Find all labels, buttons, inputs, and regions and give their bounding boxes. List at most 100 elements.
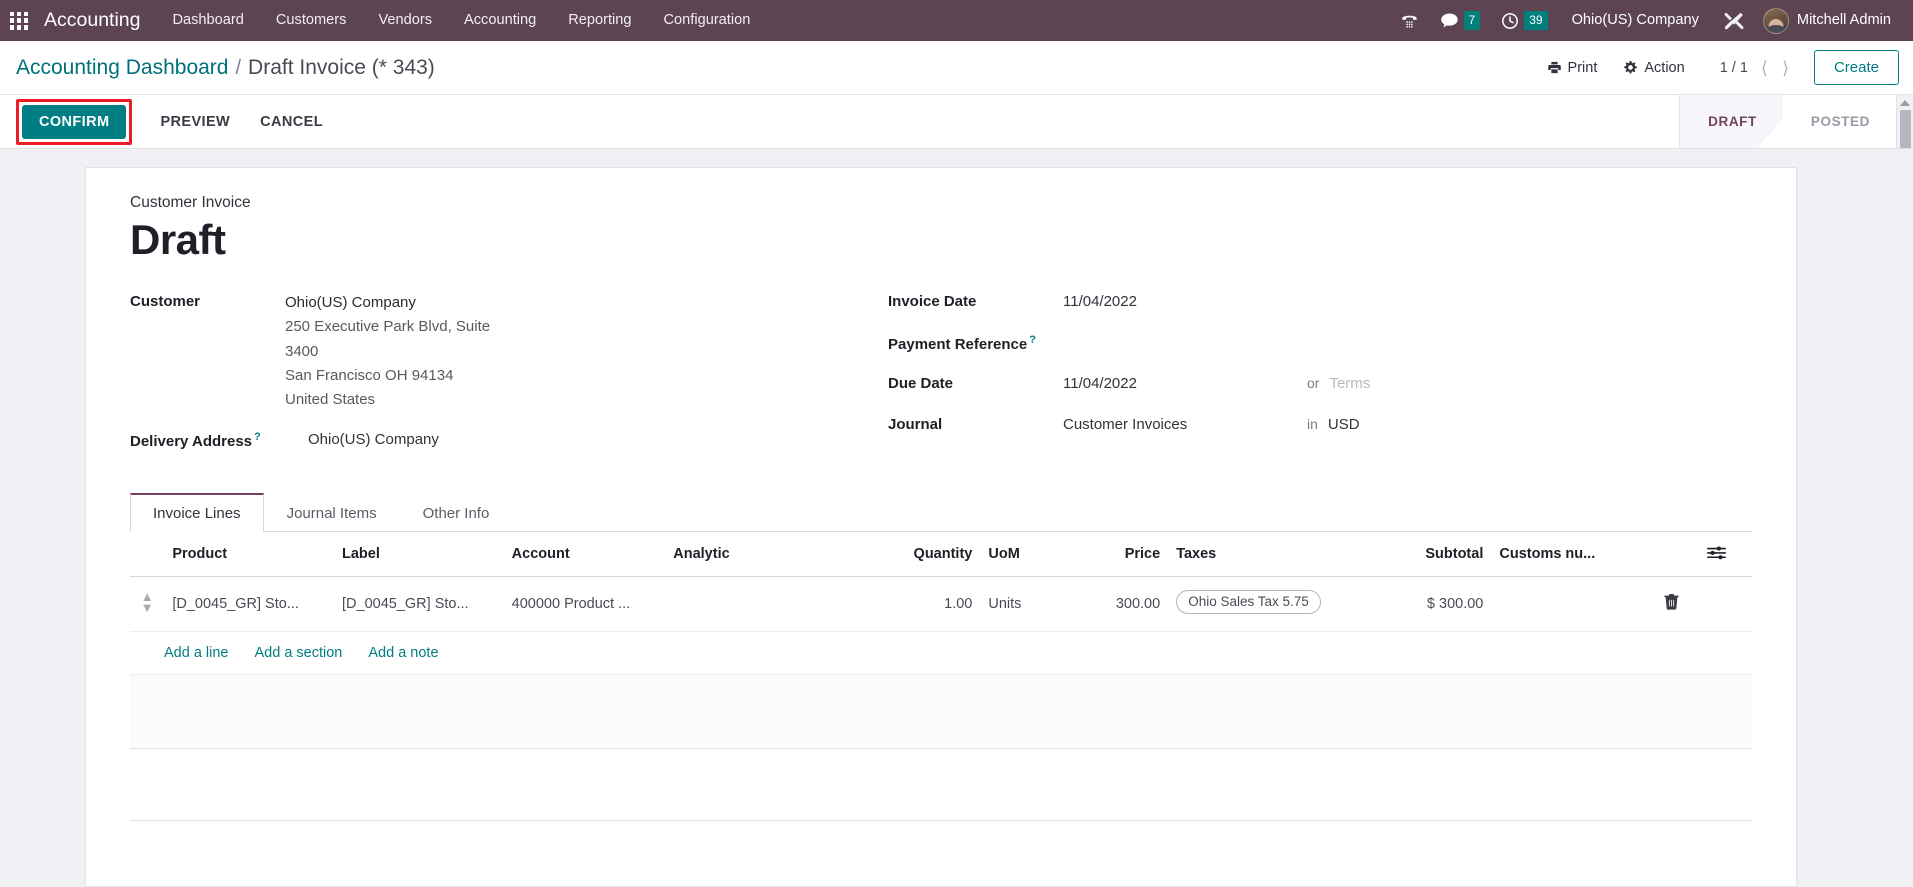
app-brand-accounting[interactable]: Accounting: [32, 9, 156, 32]
voip-widget[interactable]: [1390, 0, 1429, 41]
scrollbar-thumb[interactable]: [1899, 110, 1911, 148]
page-title: Draft: [130, 216, 226, 263]
payment-reference-help-icon[interactable]: ?: [1029, 334, 1036, 346]
cell-quantity[interactable]: 1.00: [867, 576, 981, 632]
row-drag-handle[interactable]: ▲ ▼: [130, 576, 165, 632]
journal-label: Journal: [888, 416, 943, 434]
optional-columns-button[interactable]: [1699, 531, 1752, 577]
status-bar: DRAFT POSTED: [1679, 95, 1896, 148]
delivery-address-value[interactable]: Ohio(US) Company: [308, 429, 439, 448]
tab-other-info[interactable]: Other Info: [400, 493, 513, 532]
payment-reference-field-row: Payment Reference?: [888, 332, 1752, 357]
menu-item-configuration[interactable]: Configuration: [648, 0, 767, 41]
journal-field-row: Journal Customer Invoices in USD: [888, 414, 1752, 439]
print-button[interactable]: Print: [1534, 54, 1611, 82]
control-panel-bottom: CONFIRM PREVIEW CANCEL DRAFT POSTED: [0, 94, 1913, 148]
document-type-label: Customer Invoice: [130, 194, 251, 211]
header-uom[interactable]: UoM: [980, 531, 1060, 577]
header-product[interactable]: Product: [164, 531, 334, 577]
notebook: Invoice Lines Journal Items Other Info P…: [130, 492, 1752, 861]
create-button[interactable]: Create: [1813, 50, 1899, 85]
header-analytic[interactable]: Analytic: [665, 531, 868, 577]
chevron-right-icon[interactable]: ⟩: [1775, 59, 1796, 77]
cell-taxes[interactable]: Ohio Sales Tax 5.75: [1168, 576, 1381, 632]
header-price[interactable]: Price: [1059, 531, 1169, 577]
status-step-posted[interactable]: POSTED: [1783, 95, 1896, 148]
table-row[interactable]: ▲ ▼ [D_0045_GR] Sto... [D_0045_GR] Sto...…: [130, 576, 1752, 632]
form-right-column: Invoice Date 11/04/2022 Payment Referenc…: [860, 291, 1752, 466]
payment-terms-input[interactable]: Terms: [1329, 373, 1370, 392]
gear-icon: [1624, 61, 1638, 74]
delivery-address-label-text: Delivery Address: [130, 432, 253, 450]
due-date-input[interactable]: 11/04/2022: [1063, 373, 1293, 392]
drag-handle-icon[interactable]: ▲ ▼: [141, 590, 154, 614]
journal-in-separator: in: [1307, 416, 1318, 433]
confirm-button[interactable]: CONFIRM: [22, 104, 127, 139]
messages-menu[interactable]: 7: [1429, 0, 1491, 41]
activities-menu[interactable]: 39: [1490, 0, 1557, 41]
cell-customs-number[interactable]: [1491, 576, 1643, 632]
payment-reference-input[interactable]: [1063, 332, 1293, 334]
chevron-left-icon[interactable]: ⟨: [1754, 59, 1775, 77]
header-taxes[interactable]: Taxes: [1168, 531, 1381, 577]
customer-value-group: Ohio(US) Company 250 Executive Park Blvd…: [285, 291, 490, 412]
cell-price[interactable]: 300.00: [1059, 576, 1169, 632]
header-label[interactable]: Label: [334, 531, 504, 577]
customer-field-row: Customer Ohio(US) Company 250 Executive …: [130, 291, 860, 412]
form-columns: Customer Ohio(US) Company 250 Executive …: [130, 291, 1752, 466]
tab-invoice-lines[interactable]: Invoice Lines: [130, 492, 264, 532]
add-links: Add a line Add a section Add a note: [138, 645, 1744, 661]
cell-label[interactable]: [D_0045_GR] Sto...: [334, 576, 504, 632]
user-menu[interactable]: Mitchell Admin: [1755, 0, 1903, 41]
journal-input[interactable]: Customer Invoices: [1063, 414, 1293, 433]
tab-journal-items[interactable]: Journal Items: [264, 493, 400, 532]
menu-item-dashboard[interactable]: Dashboard: [156, 0, 259, 41]
trash-icon[interactable]: [1664, 593, 1679, 614]
tax-badge[interactable]: Ohio Sales Tax 5.75: [1176, 589, 1321, 614]
cell-product[interactable]: [D_0045_GR] Sto...: [164, 576, 334, 632]
menu-item-reporting[interactable]: Reporting: [552, 0, 647, 41]
currency-value[interactable]: USD: [1328, 414, 1360, 433]
cell-uom[interactable]: Units: [980, 576, 1060, 632]
company-switcher[interactable]: Ohio(US) Company: [1558, 0, 1713, 41]
header-delete: [1642, 531, 1700, 577]
cell-analytic[interactable]: [665, 576, 868, 632]
apps-grid-icon[interactable]: [6, 8, 32, 34]
preview-button[interactable]: PREVIEW: [145, 105, 245, 139]
breadcrumb-current: Draft Invoice (* 343): [248, 55, 435, 79]
header-customs-number[interactable]: Customs nu...: [1491, 531, 1643, 577]
invoice-lines-table: Product Label Account Analytic Quantity …: [130, 531, 1752, 675]
control-panel-top: Accounting Dashboard / Draft Invoice (* …: [0, 41, 1913, 94]
control-panel-actions: Print Action 1 / 1 ⟨ ⟩ Create: [1534, 50, 1899, 85]
chat-bubble-icon: [1440, 13, 1458, 28]
invoice-date-field-row: Invoice Date 11/04/2022: [888, 291, 1752, 316]
menu-item-vendors[interactable]: Vendors: [362, 0, 448, 41]
status-step-draft[interactable]: DRAFT: [1680, 95, 1783, 148]
add-a-note-button[interactable]: Add a note: [368, 645, 438, 661]
header-account[interactable]: Account: [503, 531, 666, 577]
vertical-scrollbar[interactable]: [1896, 95, 1913, 148]
invoice-date-input[interactable]: 11/04/2022: [1063, 291, 1293, 310]
customer-address-line-1: 250 Executive Park Blvd, Suite: [285, 318, 491, 336]
debug-menu[interactable]: [1713, 0, 1755, 41]
customer-name[interactable]: Ohio(US) Company: [285, 291, 490, 315]
statusbar-buttons: CONFIRM PREVIEW CANCEL: [16, 95, 338, 148]
add-a-line-button[interactable]: Add a line: [164, 645, 229, 661]
header-quantity[interactable]: Quantity: [867, 531, 981, 577]
menu-item-customers[interactable]: Customers: [260, 0, 363, 41]
tools-icon: [1724, 12, 1744, 29]
menu-item-accounting[interactable]: Accounting: [448, 0, 552, 41]
delete-line-button[interactable]: [1642, 576, 1700, 632]
action-button[interactable]: Action: [1610, 54, 1697, 82]
delivery-address-help-icon[interactable]: ?: [254, 431, 261, 443]
cell-account[interactable]: 400000 Product ...: [503, 576, 666, 632]
breadcrumb-link-dashboard[interactable]: Accounting Dashboard: [16, 56, 228, 80]
delivery-address-label: Delivery Address?: [130, 429, 308, 450]
scroll-up-arrow-icon[interactable]: [1900, 100, 1910, 106]
add-a-section-button[interactable]: Add a section: [255, 645, 343, 661]
cancel-button[interactable]: CANCEL: [245, 105, 338, 139]
user-name: Mitchell Admin: [1796, 12, 1891, 28]
header-subtotal[interactable]: Subtotal: [1380, 531, 1492, 577]
action-label: Action: [1644, 59, 1685, 76]
form-left-column: Customer Ohio(US) Company 250 Executive …: [130, 291, 860, 466]
